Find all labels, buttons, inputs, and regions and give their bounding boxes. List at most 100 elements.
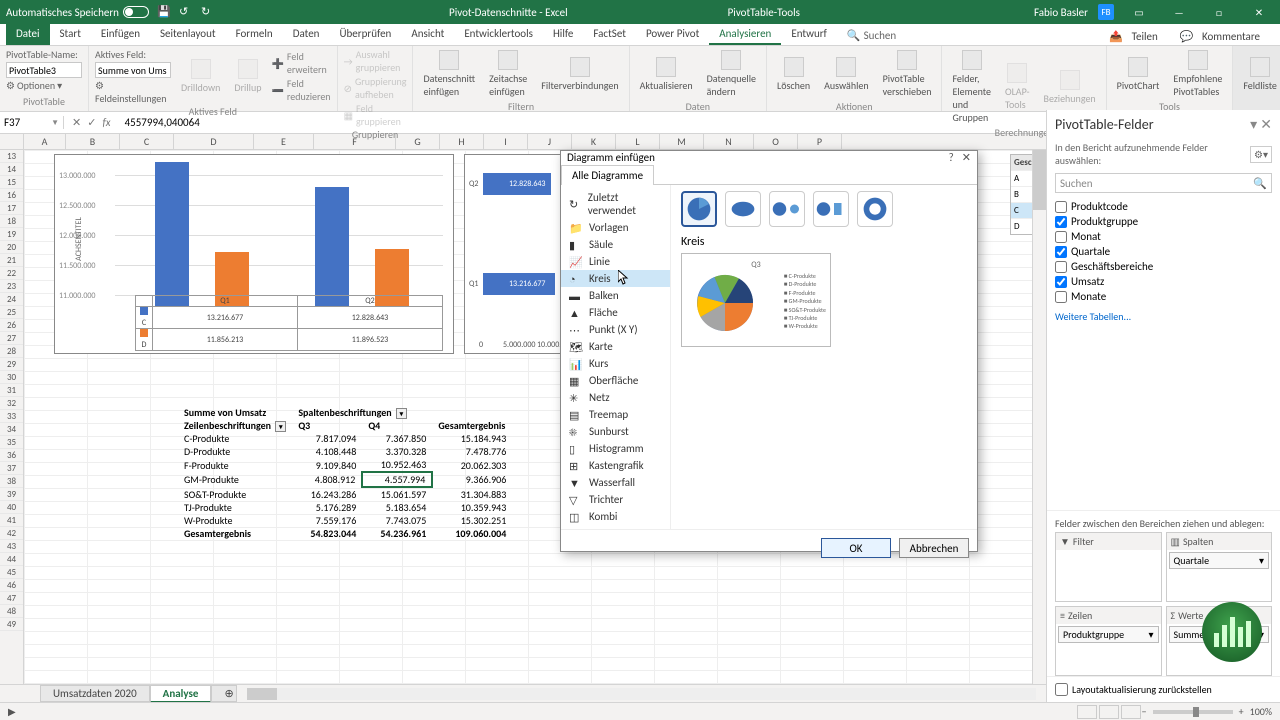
- pieofpie-subtype[interactable]: [769, 191, 805, 227]
- col-header[interactable]: J: [528, 134, 572, 149]
- row-header[interactable]: 24: [0, 293, 23, 306]
- tell-me-search[interactable]: 🔍 Suchen: [837, 26, 906, 45]
- columns-area[interactable]: ▥ SpaltenQuartale▾: [1166, 532, 1273, 602]
- record-macro-icon[interactable]: ▶: [8, 705, 16, 718]
- clear-button[interactable]: Löschen: [773, 55, 814, 94]
- row-header[interactable]: 35: [0, 436, 23, 449]
- row-header[interactable]: 41: [0, 514, 23, 527]
- filter-connections-button[interactable]: Filterverbindungen: [537, 55, 622, 94]
- row-header[interactable]: 32: [0, 397, 23, 410]
- row-header[interactable]: 31: [0, 384, 23, 397]
- chart-type-item[interactable]: ▦Oberfläche: [561, 372, 670, 389]
- select-button[interactable]: Auswählen: [820, 55, 873, 94]
- dialog-help-icon[interactable]: ?: [949, 151, 954, 164]
- chart-type-item[interactable]: ✳Netz: [561, 389, 670, 406]
- ribbon-tab-seitenlayout[interactable]: Seitenlayout: [150, 24, 226, 45]
- horizontal-scrollbar[interactable]: [247, 688, 1036, 700]
- chart-type-item[interactable]: 📊Kurs: [561, 355, 670, 372]
- insert-slicer-button[interactable]: Datenschnitt einfügen: [419, 48, 479, 100]
- col-header[interactable]: P: [798, 134, 842, 149]
- ribbon-tab-hilfe[interactable]: Hilfe: [543, 24, 583, 45]
- fieldpane-layout-icon[interactable]: ▾: [1250, 116, 1257, 133]
- col-header[interactable]: F: [314, 134, 396, 149]
- row-header[interactable]: 20: [0, 241, 23, 254]
- row-header[interactable]: 45: [0, 566, 23, 579]
- chart-type-item[interactable]: ☀Sunburst: [561, 423, 670, 440]
- recommended-pt-button[interactable]: Empfohlene PivotTables: [1169, 48, 1226, 100]
- row-header[interactable]: 36: [0, 449, 23, 462]
- row-header[interactable]: 47: [0, 592, 23, 605]
- ribbon-tab-formeln[interactable]: Formeln: [226, 24, 283, 45]
- zoom-out-button[interactable]: −: [1142, 705, 1147, 718]
- row-header[interactable]: 39: [0, 488, 23, 501]
- pie-subtype[interactable]: [681, 191, 717, 227]
- col-header[interactable]: M: [660, 134, 704, 149]
- chart-type-item[interactable]: ◔Kreis: [561, 270, 670, 287]
- vertical-scrollbar[interactable]: [1032, 150, 1046, 684]
- chart-type-item[interactable]: ▬Balken: [561, 287, 670, 304]
- dialog-tab-all[interactable]: Alle Diagramme: [561, 165, 654, 185]
- autosave-toggle[interactable]: Automatisches Speichern: [6, 6, 149, 19]
- ribbon-tab-daten[interactable]: Daten: [283, 24, 330, 45]
- ribbon-tab-power pivot[interactable]: Power Pivot: [636, 24, 709, 45]
- row-header[interactable]: 42: [0, 527, 23, 540]
- pivot-table[interactable]: Summe von UmsatzSpaltenbeschriftungen ▾Z…: [178, 406, 512, 540]
- row-header[interactable]: 13: [0, 150, 23, 163]
- fx-icon[interactable]: fx: [102, 116, 110, 129]
- field-item[interactable]: Umsatz: [1055, 274, 1272, 289]
- chart-type-item[interactable]: ◫Kombi: [561, 508, 670, 525]
- field-settings-button[interactable]: ⚙ Feldeinstellungen: [95, 79, 171, 105]
- row-header[interactable]: 28: [0, 345, 23, 358]
- ribbon-tab-entwurf[interactable]: Entwurf: [781, 24, 837, 45]
- cancel-button[interactable]: Abbrechen: [899, 538, 969, 558]
- col-header[interactable]: K: [572, 134, 616, 149]
- embedded-bar-chart[interactable]: ACHSENTITEL 13.000.000 12.500.000 12.000…: [54, 154, 454, 354]
- filter-area[interactable]: ▼ Filter: [1055, 532, 1162, 602]
- ribbon-tab-datei[interactable]: Datei: [6, 24, 50, 45]
- col-header[interactable]: E: [254, 134, 314, 149]
- col-header[interactable]: B: [66, 134, 120, 149]
- row-header[interactable]: 33: [0, 410, 23, 423]
- col-header[interactable]: D: [174, 134, 254, 149]
- col-header[interactable]: H: [440, 134, 484, 149]
- sheet-tab[interactable]: Umsatzdaten 2020: [40, 685, 150, 702]
- ribbon-tab-überprüfen[interactable]: Überprüfen: [329, 24, 401, 45]
- zoom-in-button[interactable]: +: [1239, 705, 1244, 718]
- save-icon[interactable]: 💾: [157, 5, 171, 19]
- minimize-icon[interactable]: —: [1164, 2, 1194, 22]
- chart-type-item[interactable]: ↻Zuletzt verwendet: [561, 189, 670, 219]
- row-header[interactable]: 37: [0, 462, 23, 475]
- col-header[interactable]: O: [754, 134, 798, 149]
- undo-icon[interactable]: ↺: [179, 5, 193, 19]
- row-header[interactable]: 40: [0, 501, 23, 514]
- row-header[interactable]: 14: [0, 163, 23, 176]
- chart-type-item[interactable]: ▯Histogramm: [561, 440, 670, 457]
- field-item[interactable]: Monate: [1055, 289, 1272, 304]
- ribbon-tab-analysieren[interactable]: Analysieren: [709, 24, 781, 45]
- defer-layout-checkbox[interactable]: Layoutaktualisierung zurückstellen: [1047, 676, 1280, 702]
- chart-type-item[interactable]: ▽Trichter: [561, 491, 670, 508]
- comments-button[interactable]: 💬 Kommentare: [1174, 28, 1272, 45]
- chart-type-item[interactable]: ▲Fläche: [561, 304, 670, 321]
- dialog-close-icon[interactable]: ✕: [962, 151, 971, 164]
- row-header[interactable]: 38: [0, 475, 23, 488]
- doughnut-subtype[interactable]: [857, 191, 893, 227]
- row-header[interactable]: 18: [0, 215, 23, 228]
- row-header[interactable]: 23: [0, 280, 23, 293]
- close-icon[interactable]: ✕: [1244, 2, 1274, 22]
- more-tables-link[interactable]: Weitere Tabellen...: [1047, 306, 1280, 327]
- refresh-button[interactable]: Aktualisieren: [636, 55, 697, 94]
- barofpie-subtype[interactable]: [813, 191, 849, 227]
- rows-area[interactable]: ≡ ZeilenProduktgruppe▾: [1055, 606, 1162, 676]
- zoom-level[interactable]: 100%: [1250, 705, 1272, 718]
- pie3d-subtype[interactable]: [725, 191, 761, 227]
- ribbon-tab-ansicht[interactable]: Ansicht: [401, 24, 454, 45]
- field-item[interactable]: Monat: [1055, 229, 1272, 244]
- field-item[interactable]: Produktcode: [1055, 199, 1272, 214]
- fieldlist-button[interactable]: Feldliste: [1239, 55, 1280, 94]
- row-header[interactable]: 22: [0, 267, 23, 280]
- ribbon-tab-einfügen[interactable]: Einfügen: [91, 24, 150, 45]
- maximize-icon[interactable]: □: [1204, 2, 1234, 22]
- chart-type-item[interactable]: 🗺Karte: [561, 338, 670, 355]
- cancel-fx-icon[interactable]: ✕: [72, 116, 81, 129]
